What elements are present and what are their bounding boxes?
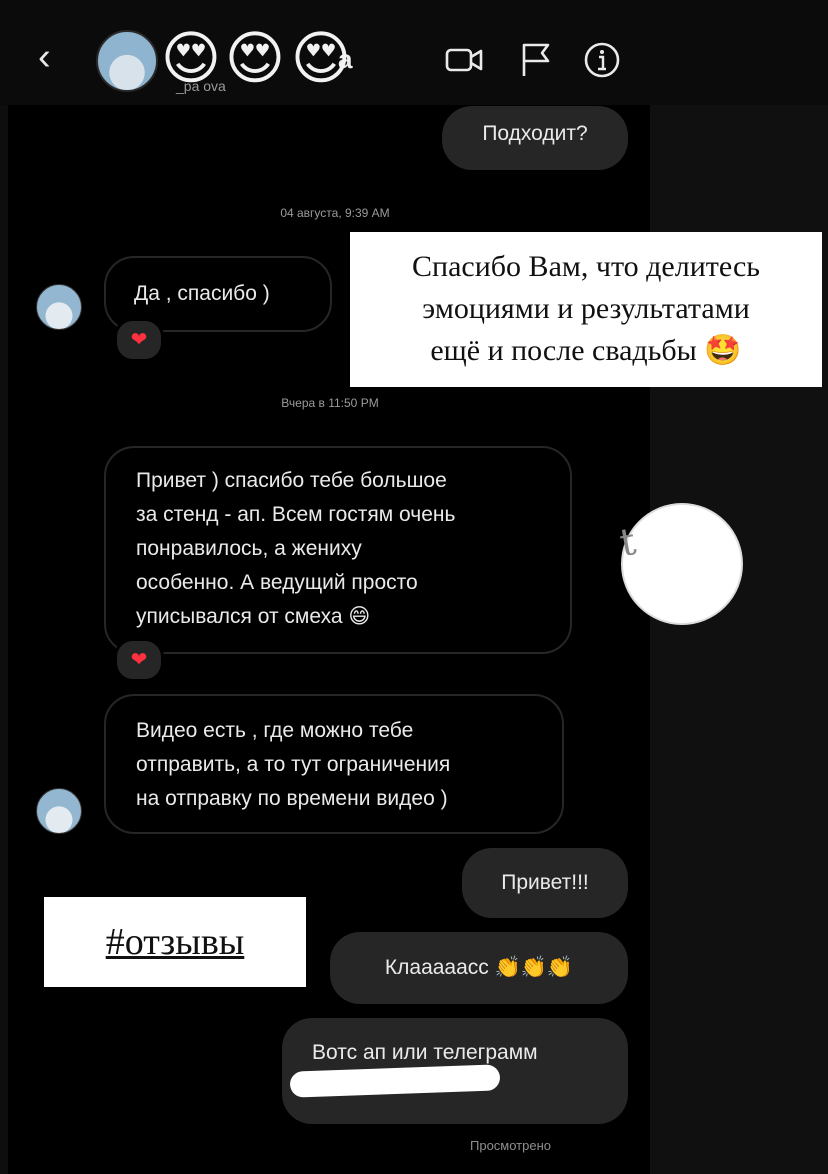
timestamp: Вчера в 11:50 PM — [281, 396, 379, 410]
white-circle-sticker — [621, 503, 743, 625]
message-text: Привет!!! — [501, 871, 589, 894]
caption-line: эмоциями и результатами — [422, 292, 750, 325]
message-line: особенно. А ведущий просто — [136, 571, 418, 594]
story-caption: Спасибо Вам, что делитесь эмоциями и рез… — [350, 232, 822, 387]
message-line: на отправку по времени видео ) — [136, 787, 448, 810]
chat-header: ‹ a _ра ova 😍 😍 😍 — [0, 0, 828, 105]
message-bubble-incoming[interactable]: Видео есть , где можно тебе отправить, а… — [104, 694, 564, 834]
hashtag-text: #отзывы — [105, 921, 245, 963]
contact-avatar-small[interactable] — [36, 284, 82, 330]
heart-reaction-icon[interactable]: ❤ — [114, 318, 164, 362]
message-line: понравилось, а жениху — [136, 537, 362, 560]
hashtag-sticker: #отзывы — [44, 897, 306, 987]
message-text: Да , спасибо ) — [134, 282, 270, 305]
info-icon[interactable] — [582, 40, 622, 80]
contact-avatar[interactable] — [96, 30, 158, 92]
message-line: Видео есть , где можно тебе — [136, 719, 414, 742]
caption-line: Спасибо Вам, что делитесь — [412, 250, 760, 283]
message-bubble-incoming[interactable]: Привет ) спасибо тебе большое за стенд -… — [104, 446, 572, 654]
message-bubble-outgoing[interactable]: Привет!!! — [462, 848, 628, 918]
message-line: уписывался от смеха 😄 — [136, 605, 371, 628]
message-line: за стенд - ап. Всем гостям очень — [136, 503, 456, 526]
heart-eyes-emoji-sticker: 😍 — [224, 26, 286, 91]
caption-line: ещё и после свадьбы 🤩 — [430, 334, 742, 367]
message-text: Подходит? — [482, 122, 588, 145]
flag-icon[interactable] — [516, 40, 556, 80]
seen-status: Просмотрено — [470, 1138, 552, 1153]
heart-eyes-emoji-sticker: 😍 — [160, 26, 222, 91]
heart-reaction-icon[interactable]: ❤ — [114, 638, 164, 682]
timestamp: 04 августа, 9:39 AM — [280, 206, 390, 220]
message-line: отправить, а то тут ограничения — [136, 753, 451, 776]
contact-avatar-small[interactable] — [36, 788, 82, 834]
video-camera-icon[interactable] — [444, 40, 484, 80]
message-bubble-outgoing[interactable]: Клааааасс 👏👏👏 — [330, 932, 628, 1004]
heart-eyes-emoji-sticker: 😍 — [290, 26, 352, 91]
message-line: Привет ) спасибо тебе большое — [136, 469, 447, 492]
message-text: Клааааасс 👏👏👏 — [384, 956, 574, 979]
message-text: Вотс ап или телеграмм — [312, 1041, 538, 1064]
back-arrow-icon[interactable]: ‹ — [38, 38, 51, 76]
message-bubble-outgoing[interactable]: Подходит? — [442, 106, 628, 170]
